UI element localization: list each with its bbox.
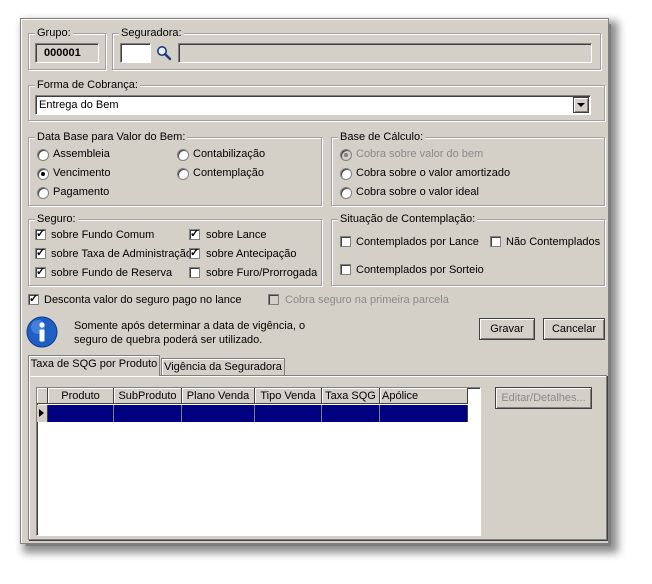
check-antecipacao-label: sobre Antecipação [206,248,297,260]
forma-cobranca-value: Entrega do Bem [39,99,119,111]
grid-header-subproduto[interactable]: SubProduto [114,388,182,404]
editar-detalhes-button[interactable]: Editar/Detalhes... [495,387,592,409]
radio-assembleia-label: Assembleia [53,148,110,160]
check-fundo-reserva-label: sobre Fundo de Reserva [51,267,173,279]
radio-vencimento-dot[interactable] [37,168,49,180]
check-nao-contemplados-box[interactable] [490,236,501,247]
radio-contemplacao-label: Contemplação [193,167,264,179]
dropdown-button[interactable] [573,97,589,113]
radio-contabilizacao-label: Contabilização [193,148,266,160]
cell-plano-venda[interactable] [182,405,255,422]
check-cobra-primeira-label: Cobra seguro na primeira parcela [285,294,449,306]
seguro-title: Seguro: [35,212,78,226]
seguro-groupbox: Seguro: ✓ sobre Fundo Comum ✓ sobre Lanc… [28,212,322,286]
situacao-groupbox: Situação de Contemplação: Contemplados p… [331,212,605,286]
seguradora-groupbox: Seguradora: [112,26,601,70]
grid-indicator-header [37,388,48,404]
check-desconta-box[interactable]: ✓ [28,294,39,305]
radio-cobra-ideal-dot[interactable] [340,187,352,199]
check-contemplados-lance-box[interactable] [340,236,351,247]
check-antecipacao-box[interactable]: ✓ [189,248,200,259]
info-line-2: seguro de quebra poderá ser utilizado. [74,334,263,346]
check-furo-prorrogada-label: sobre Furo/Prorrogada [206,267,318,279]
base-calculo-groupbox: Base de Cálculo: Cobra sobre valor do be… [331,130,605,206]
grupo-groupbox: Grupo: 000001 [28,26,106,70]
cell-apolice[interactable] [380,405,468,422]
radio-vencimento-label: Vencimento [53,167,111,179]
tab-vigencia[interactable]: Vigência da Seguradora [161,358,285,376]
grid-header-apolice[interactable]: Apólice [380,388,468,404]
check-contemplados-sorteio-box[interactable] [340,264,351,275]
radio-assembleia-dot[interactable] [37,149,49,161]
check-contemplados-lance-label: Contemplados por Lance [356,236,479,248]
row-indicator [37,405,48,422]
search-icon[interactable] [155,45,173,61]
chevron-down-icon [577,103,585,108]
radio-cobra-amortizado-dot[interactable] [340,168,352,180]
forma-cobranca-groupbox: Forma de Cobrança: Entrega do Bem [28,78,605,121]
grid-header-taxa-sqg[interactable]: Taxa SQG [322,388,380,404]
tab-panel: Produto SubProduto Plano Venda Tipo Vend… [28,375,607,540]
info-line-1: Somente após determinar a data de vigênc… [74,320,306,332]
situacao-title: Situação de Contemplação: [338,212,478,226]
check-furo-prorrogada-box[interactable] [189,267,200,278]
grid-header-plano-venda[interactable]: Plano Venda [182,388,255,404]
check-lance-label: sobre Lance [206,229,267,241]
cell-taxa-sqg[interactable] [322,405,380,422]
cancelar-button[interactable]: Cancelar [543,318,605,340]
grid-header-produto[interactable]: Produto [48,388,114,404]
radio-cobra-valor-bem-label: Cobra sobre valor do bem [356,148,484,160]
radio-cobra-valor-bem-dot[interactable] [340,149,352,161]
grupo-value: 000001 [35,43,99,63]
seguradora-code-input[interactable] [120,43,151,63]
check-fundo-reserva-box[interactable]: ✓ [35,267,46,278]
check-cobra-primeira-box[interactable] [268,294,279,305]
tab-taxa-sqg[interactable]: Taxa de SQG por Produto [28,355,160,376]
forma-cobranca-title: Forma de Cobrança: [35,78,140,92]
data-grid[interactable]: Produto SubProduto Plano Venda Tipo Vend… [36,387,481,536]
check-nao-contemplados-label: Não Contemplados [506,236,601,248]
cell-produto[interactable] [48,405,114,422]
forma-cobranca-select[interactable]: Entrega do Bem [35,95,591,115]
cell-tipo-venda[interactable] [255,405,322,422]
radio-pagamento-label: Pagamento [53,186,110,198]
radio-cobra-ideal-label: Cobra sobre o valor ideal [356,186,479,198]
check-lance-box[interactable]: ✓ [189,229,200,240]
data-base-title: Data Base para Valor do Bem: [35,130,188,144]
radio-contemplacao-dot[interactable] [177,168,189,180]
check-fundo-comum-box[interactable]: ✓ [35,229,46,240]
seguradora-title: Seguradora: [119,26,184,40]
radio-contabilizacao-dot[interactable] [177,149,189,161]
check-contemplados-sorteio-label: Contemplados por Sorteio [356,264,484,276]
info-icon [26,316,58,348]
base-calculo-title: Base de Cálculo: [338,130,426,144]
row-pointer-icon [39,409,44,417]
check-taxa-administracao-box[interactable]: ✓ [35,248,46,259]
check-desconta-label: Desconta valor do seguro pago no lance [44,294,242,306]
check-fundo-comum-label: sobre Fundo Comum [51,229,155,241]
grid-header-tipo-venda[interactable]: Tipo Venda [255,388,322,404]
dialog-window: Grupo: 000001 Seguradora: Forma de Cobra… [20,18,609,544]
seguradora-name-field [178,43,592,63]
grupo-title: Grupo: [35,26,73,40]
cell-subproduto[interactable] [114,405,182,422]
check-taxa-administracao-label: sobre Taxa de Administração [51,248,193,260]
radio-cobra-amortizado-label: Cobra sobre o valor amortizado [356,167,511,179]
radio-pagamento-dot[interactable] [37,187,49,199]
data-base-groupbox: Data Base para Valor do Bem: Assembleia … [28,130,322,206]
gravar-button[interactable]: Gravar [479,318,535,340]
